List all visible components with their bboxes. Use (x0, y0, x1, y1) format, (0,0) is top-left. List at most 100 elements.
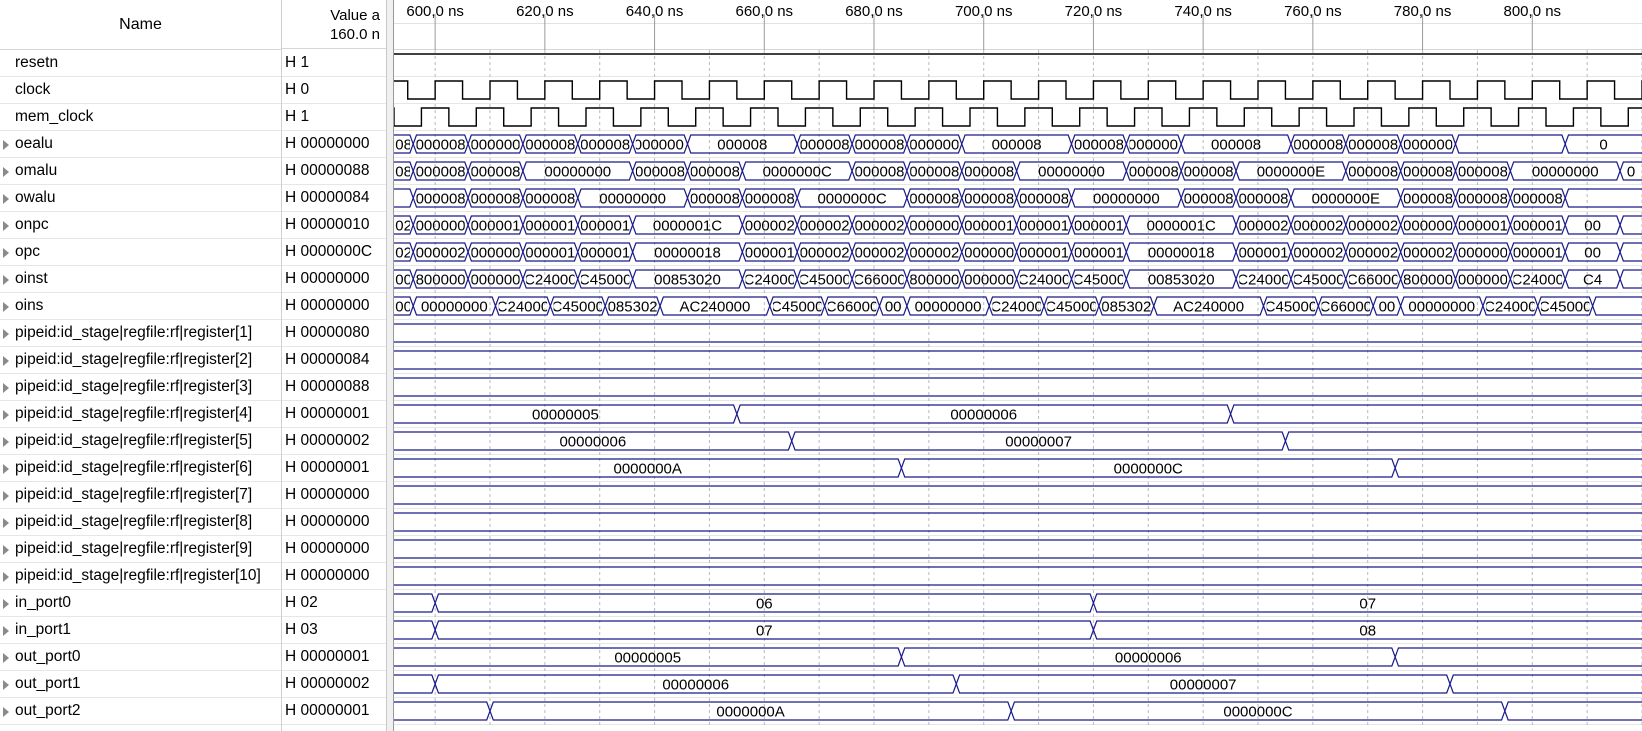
bus-value-label: 000008 (1403, 191, 1453, 208)
expand-arrow-icon[interactable] (3, 248, 9, 258)
signal-name: opc (15, 243, 40, 260)
expand-arrow-icon[interactable] (3, 653, 9, 663)
wave-pipeid-id-stage-regfile-rf-register-10 (394, 566, 1642, 586)
bus-value-label: 085302 (1101, 299, 1151, 316)
signal-row-pipeid-id-stage-regfile-rf-register-2[interactable]: pipeid:id_stage|regfile:rf|register[2] (0, 347, 281, 374)
signal-name: owalu (15, 189, 56, 206)
value-column-header[interactable]: Value a 160.0 n (282, 0, 386, 49)
expand-arrow-icon[interactable] (3, 437, 9, 447)
bus-value-label: 08 (1359, 623, 1376, 640)
expand-arrow-icon[interactable] (3, 545, 9, 555)
expand-arrow-icon[interactable] (3, 356, 9, 366)
bus-segment (394, 620, 436, 640)
expand-arrow-icon[interactable] (3, 194, 9, 204)
waveform-canvas[interactable]: 600,0 ns 620,0 ns 640,0 ns 660,0 ns 680,0 ns… (394, 0, 1642, 731)
bus-value-label: 0000000C (1223, 704, 1292, 721)
pane-splitter[interactable] (386, 0, 394, 731)
signal-row-clock[interactable]: clock (0, 77, 281, 104)
time-tick-label: 740,0 ns (1174, 3, 1232, 20)
signal-name: out_port0 (15, 648, 81, 665)
signal-name: pipeid:id_stage|regfile:rf|register[4] (15, 405, 253, 422)
expand-arrow-icon[interactable] (3, 599, 9, 609)
expand-arrow-icon[interactable] (3, 329, 9, 339)
bus-value-label: C24000 (990, 299, 1043, 316)
bus-value-label: 000000 (1458, 245, 1508, 262)
expand-arrow-icon[interactable] (3, 464, 9, 474)
expand-arrow-icon[interactable] (3, 221, 9, 231)
bus-value-label: C45000 (1073, 272, 1126, 289)
signal-value: H 00000000 (282, 482, 386, 509)
bus-value-label: 800000 (909, 272, 959, 289)
expand-arrow-icon[interactable] (3, 140, 9, 150)
bus-value-label: 0 (1599, 137, 1607, 154)
signal-row-out-port1[interactable]: out_port1 (0, 671, 281, 698)
expand-arrow-icon[interactable] (3, 707, 9, 717)
expand-arrow-icon[interactable] (3, 383, 9, 393)
signal-row-pipeid-id-stage-regfile-rf-register-4[interactable]: pipeid:id_stage|regfile:rf|register[4] (0, 401, 281, 428)
bus-value-label: 000001 (1019, 245, 1069, 262)
signal-row-in-port1[interactable]: in_port1 (0, 617, 281, 644)
signal-row-pipeid-id-stage-regfile-rf-register-6[interactable]: pipeid:id_stage|regfile:rf|register[6] (0, 455, 281, 482)
signal-row-out-port0[interactable]: out_port0 (0, 644, 281, 671)
signal-row-owalu[interactable]: owalu (0, 185, 281, 212)
signal-row-out-port2[interactable]: out_port2 (0, 698, 281, 725)
expand-arrow-icon[interactable] (3, 626, 9, 636)
expand-arrow-icon[interactable] (3, 410, 9, 420)
signal-row-oinst[interactable]: oinst (0, 266, 281, 293)
signal-row-pipeid-id-stage-regfile-rf-register-10[interactable]: pipeid:id_stage|regfile:rf|register[10] (0, 563, 281, 590)
bus-segment (394, 539, 1642, 559)
signal-row-oealu[interactable]: oealu (0, 131, 281, 158)
signal-row-oins[interactable]: oins (0, 293, 281, 320)
signal-row-resetn[interactable]: resetn (0, 50, 281, 77)
bus-value-label: 000000 (964, 272, 1014, 289)
bus-segment (1394, 458, 1642, 478)
expand-arrow-icon[interactable] (3, 302, 9, 312)
bus-value-label: 000000 (416, 218, 466, 235)
bus-value-label: 800000 (1403, 272, 1453, 289)
signal-row-onpc[interactable]: onpc (0, 212, 281, 239)
expand-arrow-icon[interactable] (3, 518, 9, 528)
bus-value-label: 0000000A (716, 704, 784, 721)
bus-value-label: 000001 (1074, 218, 1124, 235)
bus-segment (394, 593, 436, 613)
bus-value-label: 0000000C (1114, 461, 1183, 478)
bus-value-label: 000000 (909, 218, 959, 235)
signal-row-omalu[interactable]: omalu (0, 158, 281, 185)
expand-arrow-icon[interactable] (3, 167, 9, 177)
bus-segment (394, 323, 1642, 343)
bus-value-label: C24000 (524, 272, 577, 289)
bus-value-label: 00000006 (1115, 650, 1182, 667)
bus-value-label: 000001 (1074, 245, 1124, 262)
signal-row-pipeid-id-stage-regfile-rf-register-1[interactable]: pipeid:id_stage|regfile:rf|register[1] (0, 320, 281, 347)
signal-row-pipeid-id-stage-regfile-rf-register-8[interactable]: pipeid:id_stage|regfile:rf|register[8] (0, 509, 281, 536)
bus-value-label: 00000006 (559, 434, 626, 451)
wave-in-port1: 07 08 (394, 620, 1642, 640)
signal-row-opc[interactable]: opc (0, 239, 281, 266)
expand-arrow-icon[interactable] (3, 680, 9, 690)
signal-value: H 00000000 (282, 536, 386, 563)
bus-value-label: 06 (756, 596, 773, 613)
signal-value: H 02 (282, 590, 386, 617)
expand-arrow-icon[interactable] (3, 572, 9, 582)
expand-arrow-icon[interactable] (3, 275, 9, 285)
signal-row-mem-clock[interactable]: mem_clock (0, 104, 281, 131)
signal-row-pipeid-id-stage-regfile-rf-register-3[interactable]: pipeid:id_stage|regfile:rf|register[3] (0, 374, 281, 401)
bus-value-label: 000001 (580, 218, 630, 235)
time-tick-label: 800,0 ns (1504, 3, 1562, 20)
signal-row-in-port0[interactable]: in_port0 (0, 590, 281, 617)
signal-value: H 00000001 (282, 401, 386, 428)
bus-value-label: 00000000 (1408, 299, 1475, 316)
bus-value-label: 000001 (525, 218, 575, 235)
bus-value-label: 0000000C (763, 164, 832, 181)
wave-pipeid-id-stage-regfile-rf-register-4: 00000005 00000006 (394, 404, 1642, 424)
name-column-header[interactable]: Name (0, 0, 281, 50)
signal-row-pipeid-id-stage-regfile-rf-register-7[interactable]: pipeid:id_stage|regfile:rf|register[7] (0, 482, 281, 509)
expand-arrow-icon[interactable] (3, 491, 9, 501)
bus-value-label: 000008 (416, 137, 466, 154)
signal-row-pipeid-id-stage-regfile-rf-register-9[interactable]: pipeid:id_stage|regfile:rf|register[9] (0, 536, 281, 563)
bus-value-label: C45000 (798, 272, 851, 289)
bus-segment (1619, 215, 1642, 235)
waveform-pane[interactable]: 600,0 ns 620,0 ns 640,0 ns 660,0 ns 680,0 ns… (394, 0, 1642, 731)
signal-row-pipeid-id-stage-regfile-rf-register-5[interactable]: pipeid:id_stage|regfile:rf|register[5] (0, 428, 281, 455)
bus-value-label: 08 (395, 137, 412, 154)
